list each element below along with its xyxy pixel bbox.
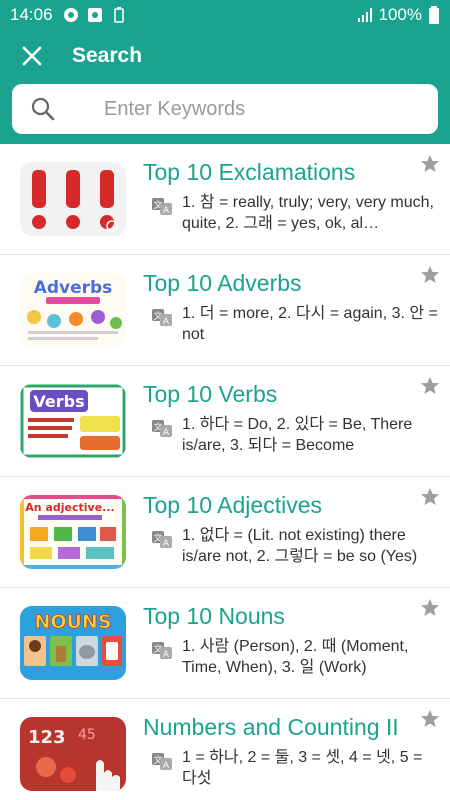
svg-text:A: A bbox=[163, 428, 170, 438]
exclamation-marks-image bbox=[20, 162, 126, 236]
translate-icon: 文 A bbox=[152, 642, 172, 660]
svg-text:A: A bbox=[163, 317, 170, 327]
list-item[interactable]: Adverbs Top 10 Adverbs 文 A 1. 더 = more, … bbox=[0, 255, 450, 366]
status-right: 100% bbox=[357, 5, 440, 25]
list-item[interactable]: Verbs Top 10 Verbs 文 A 1. 하다 = Do, 2. 있다… bbox=[0, 366, 450, 477]
status-time: 14:06 bbox=[10, 5, 53, 24]
star-icon[interactable] bbox=[420, 598, 440, 618]
star-icon[interactable] bbox=[420, 265, 440, 285]
adjectives-image: An adjective... bbox=[20, 495, 126, 569]
photo-notification-icon bbox=[87, 8, 102, 22]
star-icon[interactable] bbox=[420, 376, 440, 396]
adverbs-thumb-text: Adverbs bbox=[34, 278, 113, 298]
search-input[interactable] bbox=[104, 97, 404, 121]
translate-icon: 文 A bbox=[152, 198, 172, 216]
list-item[interactable]: Top 10 Exclamations 文 A 1. 참 = really, t… bbox=[0, 144, 450, 255]
nouns-thumb-text: NOUNS bbox=[34, 611, 111, 633]
adjectives-thumb-text: An adjective... bbox=[25, 501, 114, 514]
svg-text:A: A bbox=[163, 539, 170, 549]
item-description: 1. 없다 = (Lit. not existing) there is/are… bbox=[182, 527, 418, 565]
item-title: Top 10 Adjectives bbox=[143, 492, 323, 518]
translate-icon: 文 A bbox=[152, 420, 172, 438]
svg-text:45: 45 bbox=[78, 727, 96, 743]
app-bar: Search bbox=[0, 30, 450, 144]
signal-icon bbox=[357, 8, 372, 22]
item-title: Numbers and Counting II bbox=[143, 714, 399, 740]
verbs-image: Verbs bbox=[20, 384, 126, 458]
svg-text:A: A bbox=[163, 650, 170, 660]
svg-text:123: 123 bbox=[28, 727, 66, 748]
star-icon[interactable] bbox=[420, 709, 440, 729]
item-title: Top 10 Nouns bbox=[143, 603, 285, 629]
battery-percent: 100% bbox=[378, 5, 422, 24]
app-notification-icon bbox=[63, 8, 78, 22]
item-description: 1. 사람 (Person), 2. 때 (Moment, Time, When… bbox=[182, 638, 409, 676]
item-title: Top 10 Adverbs bbox=[143, 270, 302, 296]
battery-icon bbox=[429, 6, 439, 24]
svg-text:A: A bbox=[163, 206, 170, 216]
adverbs-image: Adverbs bbox=[20, 273, 126, 347]
list-item[interactable]: An adjective... Top 10 Adjectives 文 A 1.… bbox=[0, 477, 450, 588]
translate-icon: 文 A bbox=[152, 309, 172, 327]
svg-text:A: A bbox=[163, 761, 170, 771]
page-title: Search bbox=[72, 44, 143, 67]
search-icon bbox=[31, 97, 55, 121]
translate-icon: 文 A bbox=[152, 753, 172, 771]
verbs-thumb-text: Verbs bbox=[33, 392, 84, 411]
item-title: Top 10 Exclamations bbox=[143, 159, 356, 185]
results-list: Top 10 Exclamations 文 A 1. 참 = really, t… bbox=[0, 144, 450, 800]
nouns-image: NOUNS bbox=[20, 606, 126, 680]
status-bar: 14:06 100% bbox=[0, 0, 450, 30]
close-icon[interactable] bbox=[20, 44, 44, 68]
item-description: 1. 참 = really, truly; very, very much, q… bbox=[182, 194, 434, 232]
numbers-image: 123 45 bbox=[20, 717, 126, 791]
list-item[interactable]: NOUNS Top 10 Nouns 文 A 1. 사람 (Person), 2… bbox=[0, 588, 450, 699]
star-icon[interactable] bbox=[420, 154, 440, 174]
list-item[interactable]: 123 45 Numbers and Counting II 文 A 1 = 하… bbox=[0, 699, 450, 800]
item-description: 1 = 하나, 2 = 둘, 3 = 셋, 4 = 넷, 5 = 다섯 bbox=[182, 749, 423, 787]
search-box[interactable] bbox=[12, 84, 438, 134]
translate-icon: 文 A bbox=[152, 531, 172, 549]
star-icon[interactable] bbox=[420, 487, 440, 507]
item-description: 1. 더 = more, 2. 다시 = again, 3. 안 = not bbox=[182, 305, 438, 343]
item-title: Top 10 Verbs bbox=[143, 381, 278, 407]
battery-saver-icon bbox=[113, 7, 124, 23]
item-description: 1. 하다 = Do, 2. 있다 = Be, There is/are, 3.… bbox=[182, 416, 413, 454]
